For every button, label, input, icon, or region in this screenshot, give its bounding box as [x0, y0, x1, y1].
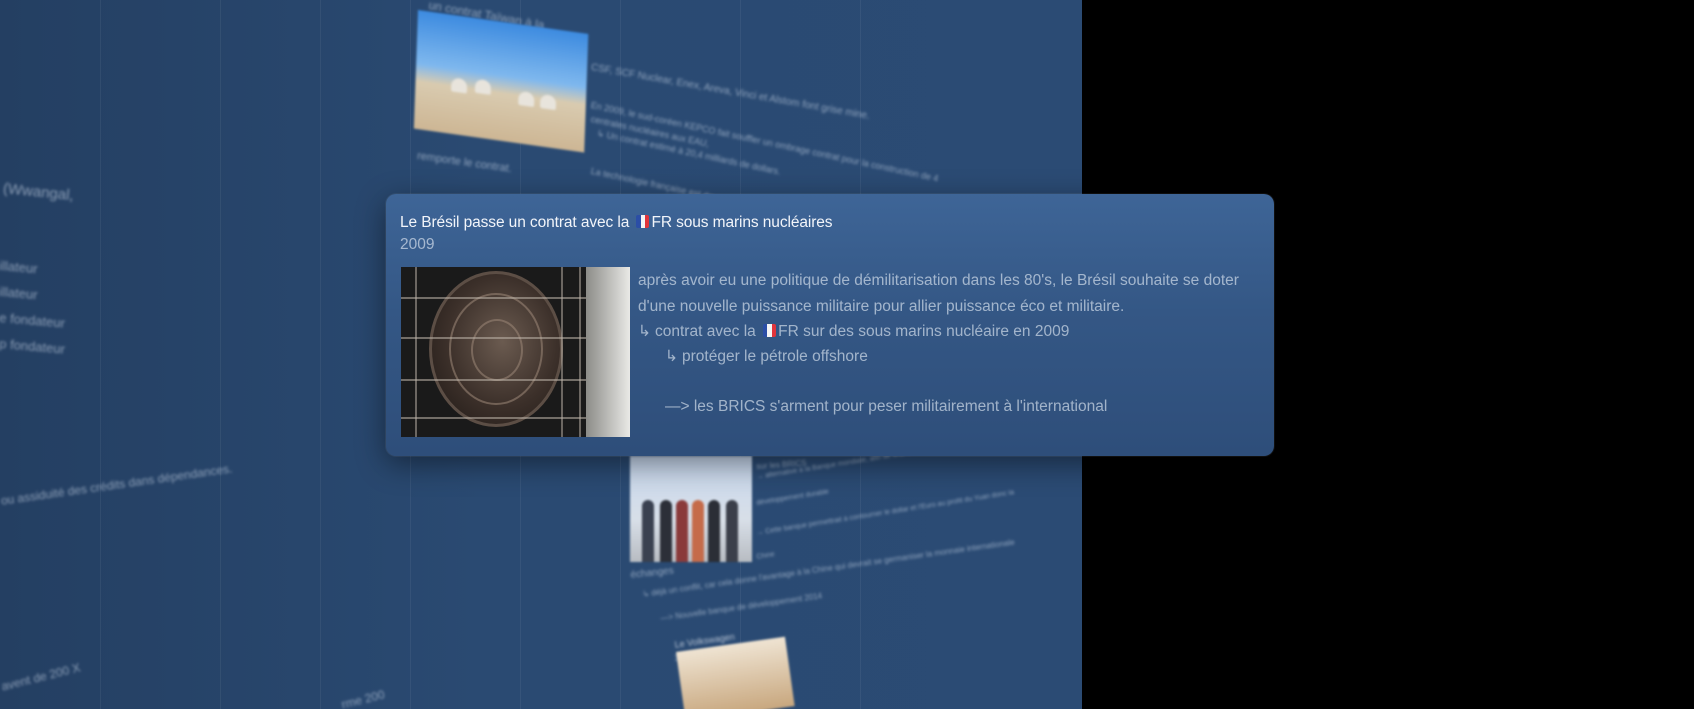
- brics-summit-image: [630, 456, 752, 562]
- france-flag-icon: [636, 215, 650, 228]
- bg-line: développement durable: [756, 488, 830, 507]
- scaffold-pole: [579, 267, 581, 437]
- bg-left-text: illateur: [0, 258, 39, 277]
- note-line-text: protéger le pétrole offshore: [682, 348, 868, 365]
- scaffold-pole: [561, 267, 563, 437]
- bg-left-text: avent de 200 X: [0, 660, 82, 694]
- bg-line: Chine: [756, 551, 776, 561]
- note-conclusion: —> les BRICS s'arment pour peser militai…: [665, 398, 1108, 415]
- grid-line: [100, 0, 101, 709]
- bg-left-text: (Wwangal,: [2, 180, 75, 205]
- scaffold-pole: [415, 267, 417, 437]
- lit-wall: [586, 267, 630, 437]
- hull-ring: [471, 319, 523, 381]
- card-year: 2009: [400, 236, 435, 253]
- card-title: Le Brésil passe un contrat avec la FR so…: [400, 214, 833, 232]
- note-line: après avoir eu une politique de démilita…: [638, 272, 1239, 289]
- bg-line: —> Nouvelle banque de développement 2014: [660, 591, 823, 623]
- bg-left-text: ou assiduité des crédits dans dépendance…: [0, 461, 234, 508]
- card-title-suffix: FR sous marins nucléaires: [651, 214, 833, 231]
- nuclear-plant-image: [413, 10, 589, 153]
- bg-line: remporte le contrat.: [416, 150, 513, 176]
- note-card[interactable]: Le Brésil passe un contrat avec la FR so…: [386, 194, 1274, 456]
- volkswagen-image: [676, 636, 795, 709]
- return-arrow-icon: ↳: [638, 323, 651, 340]
- bg-left-text: illateur: [0, 284, 39, 303]
- note-line: d'une nouvelle puissance militaire pour …: [638, 298, 1125, 315]
- bg-left-text: p fondateur: [0, 336, 66, 357]
- submarine-construction-photo: [401, 267, 630, 437]
- note-line: ↳ contrat avec la FR sur des sous marins …: [638, 322, 1069, 341]
- note-line-prefix: contrat avec la: [655, 323, 756, 340]
- grid-line: [320, 0, 321, 709]
- card-title-prefix: Le Brésil passe un contrat avec la: [400, 214, 630, 231]
- bg-left-text: rme 200: [340, 687, 387, 709]
- note-line-suffix: FR sur des sous marins nucléaire en 2009: [778, 323, 1070, 340]
- france-flag-icon: [763, 324, 777, 337]
- note-line: ↳ protéger le pétrole offshore: [665, 347, 868, 366]
- bg-left-text: e fondateur: [0, 310, 66, 331]
- grid-line: [220, 0, 221, 709]
- bg-line: échanges: [630, 565, 675, 581]
- return-arrow-icon: ↳: [665, 348, 678, 365]
